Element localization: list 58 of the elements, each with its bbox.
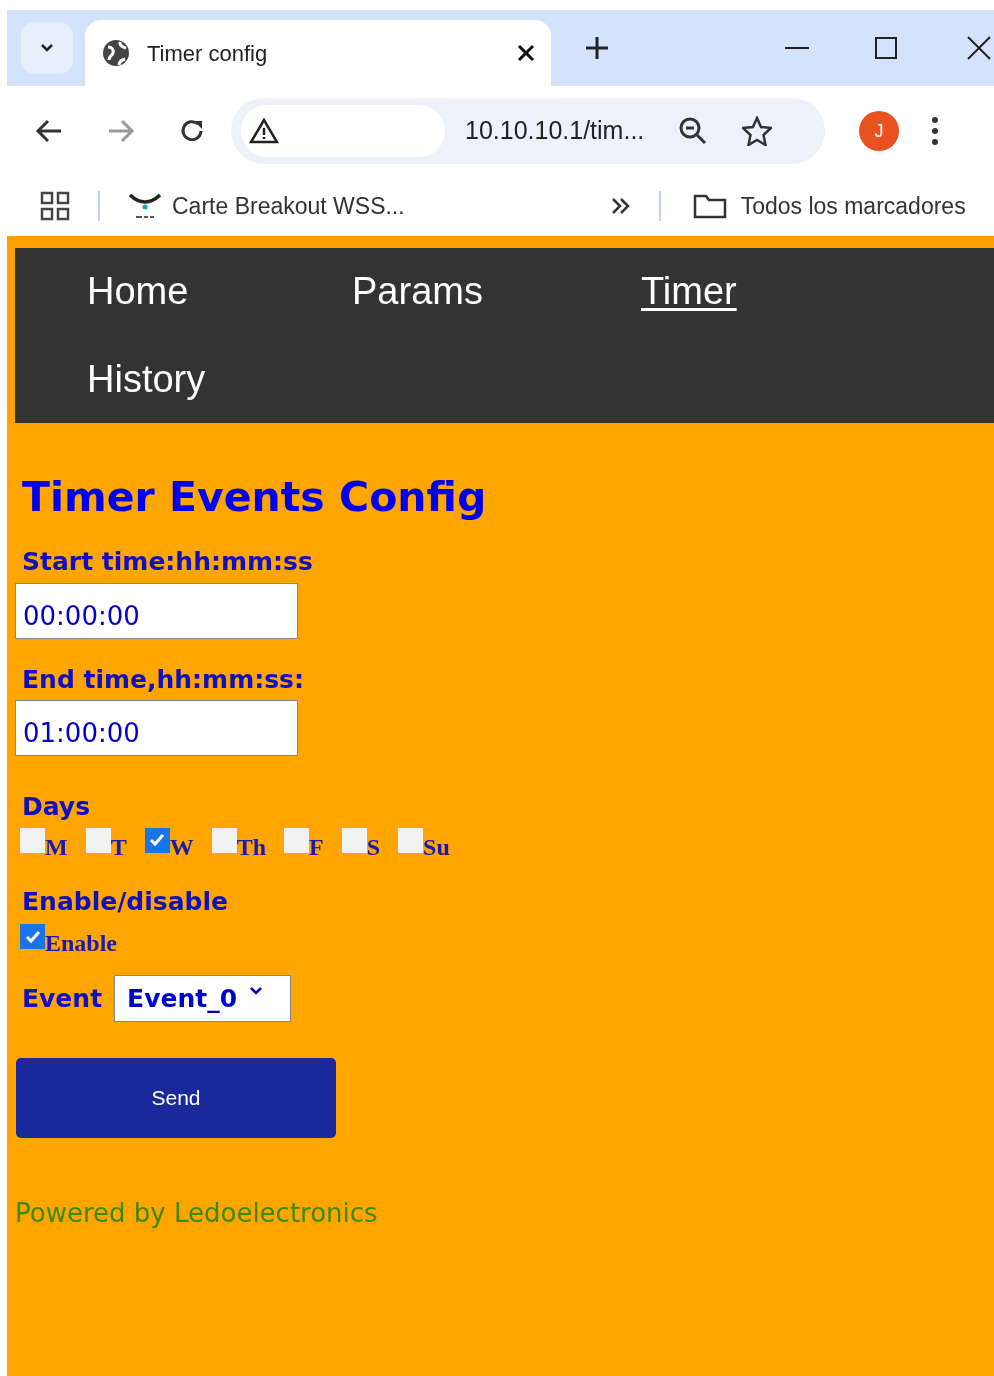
day-label: Th [236, 834, 267, 859]
checkbox[interactable] [398, 827, 424, 853]
maximize-icon[interactable] [875, 37, 897, 59]
globe-icon [101, 38, 131, 68]
browser-tab[interactable]: Timer config [85, 20, 551, 86]
forward-arrow-icon[interactable] [107, 119, 135, 143]
bookmark-favicon-icon [128, 191, 162, 221]
event-label: Event [22, 982, 103, 1015]
nav-link[interactable]: History [87, 350, 206, 408]
zoom-out-icon[interactable] [678, 116, 709, 146]
event-select[interactable]: Event_0 [114, 975, 292, 1022]
menu-icon[interactable] [931, 116, 939, 146]
day-label: T [110, 834, 127, 859]
footer-text: Powered by Ledoelectronics [15, 1197, 379, 1230]
checkmark-icon [148, 831, 167, 849]
enable-label: Enable/disable [22, 885, 229, 918]
close-icon[interactable] [517, 44, 535, 62]
address-bar[interactable]: 10.10.10.1/tim... [231, 98, 825, 164]
checkbox[interactable] [20, 924, 45, 949]
new-tab-icon[interactable] [585, 36, 609, 60]
days-label: Days [22, 791, 92, 823]
nav-link[interactable]: Home [87, 263, 189, 321]
bookmark-link[interactable]: Carte Breakout WSS... [172, 188, 405, 224]
star-icon[interactable] [742, 116, 773, 146]
checkbox[interactable] [144, 827, 170, 853]
day-label: S [366, 834, 381, 859]
all-bookmarks-label[interactable]: Todos los marcadores [740, 188, 966, 224]
chevron-down-icon [39, 43, 55, 53]
checkbox[interactable] [341, 827, 367, 853]
folder-icon[interactable] [692, 193, 727, 219]
close-icon[interactable] [967, 36, 991, 60]
day-label: F [309, 834, 324, 859]
profile-avatar[interactable]: J [859, 111, 899, 151]
apps-grid-icon[interactable] [40, 191, 70, 221]
nav-link[interactable]: Params [352, 263, 483, 321]
warning-icon[interactable] [249, 118, 279, 144]
time-input[interactable]: 00:00:00 [15, 582, 298, 639]
chevron-down-icon [249, 986, 264, 995]
minimize-icon[interactable] [785, 46, 809, 50]
checkbox[interactable] [85, 827, 111, 853]
field-label: End time,hh:mm:ss: [22, 663, 305, 696]
checkbox[interactable] [20, 827, 45, 853]
reload-icon[interactable] [179, 118, 205, 144]
day-label: W [169, 834, 194, 859]
nav-link[interactable]: Timer [641, 263, 737, 321]
send-button[interactable]: Send [16, 1058, 336, 1138]
field-label: Start time:hh:mm:ss [22, 546, 314, 578]
url-text: 10.10.10.1/tim... [465, 115, 645, 147]
page-heading: Timer Events Config [22, 472, 488, 523]
enable-option-label: Enable [45, 931, 118, 955]
checkbox[interactable] [211, 827, 237, 853]
chevrons-icon[interactable] [610, 197, 631, 215]
tab-title: Timer config [147, 39, 269, 68]
day-label: M [45, 834, 68, 859]
back-arrow-icon[interactable] [35, 119, 63, 143]
checkbox[interactable] [284, 827, 310, 853]
day-label: Su [423, 834, 450, 859]
time-input[interactable]: 01:00:00 [15, 700, 298, 756]
